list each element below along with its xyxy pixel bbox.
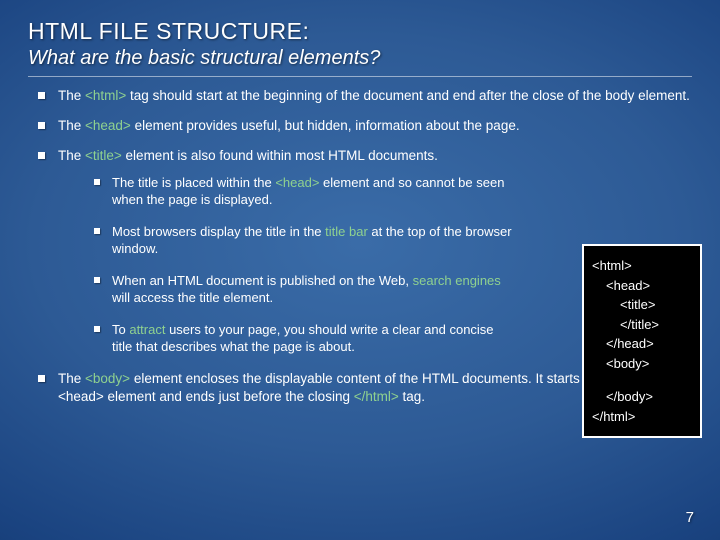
code-line: </html>	[592, 407, 692, 427]
sub-bullet-attract: To attract users to your page, you shoul…	[90, 321, 512, 356]
sub-bullet-head: The title is placed within the <head> el…	[90, 174, 512, 209]
code-tag: <title>	[85, 148, 122, 163]
code-tag: <body>	[85, 371, 130, 386]
code-tag: <head>	[275, 175, 319, 190]
divider	[28, 76, 692, 77]
code-line: <html>	[592, 256, 692, 276]
code-line: <title></title>	[592, 295, 692, 334]
sub-bullet-titlebar: Most browsers display the title in the t…	[90, 223, 512, 258]
slide-subtitle: What are the basic structural elements?	[28, 47, 692, 70]
slide-container: HTML FILE STRUCTURE: What are the basic …	[0, 0, 720, 540]
highlight-term: attract	[129, 322, 165, 337]
sub-bullet-search: When an HTML document is published on th…	[90, 272, 512, 307]
slide-title: HTML FILE STRUCTURE:	[28, 18, 692, 45]
code-line: <head>	[592, 276, 692, 296]
code-line: <body>	[592, 354, 692, 374]
code-blank-line	[592, 373, 692, 387]
bullet-html: The <html> tag should start at the begin…	[32, 87, 692, 105]
code-tag: </html>	[354, 389, 399, 404]
highlight-term: title bar	[325, 224, 368, 239]
page-number: 7	[686, 509, 694, 526]
code-tag: <html>	[85, 88, 126, 103]
bullet-head: The <head> element provides useful, but …	[32, 117, 692, 135]
code-example-box: <html> <head> <title></title> </head> <b…	[582, 244, 702, 438]
code-line: </body>	[592, 387, 692, 407]
code-tag: <head>	[85, 118, 131, 133]
code-line: </head>	[592, 334, 692, 354]
highlight-term: search engines	[413, 273, 501, 288]
